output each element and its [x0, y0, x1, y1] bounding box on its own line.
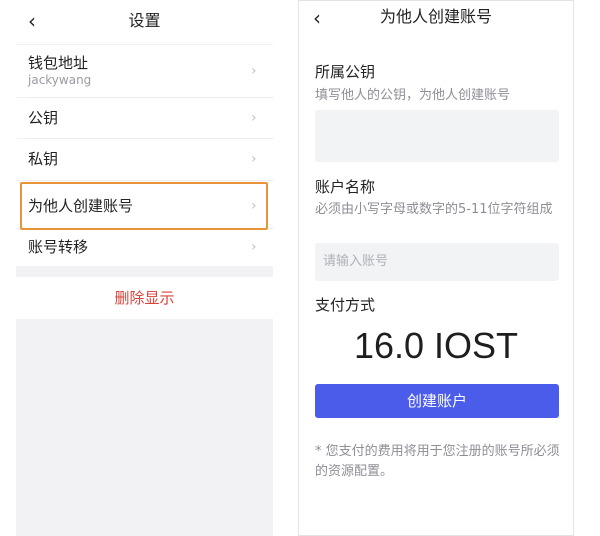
chevron-right-icon: › [251, 198, 257, 214]
settings-nav-bar: ‹ 设置 [16, 0, 273, 44]
chevron-right-icon: › [251, 239, 257, 255]
create-account-nav-bar: ‹ 为他人创建账号 [299, 1, 573, 45]
create-account-title: 为他人创建账号 [379, 7, 492, 26]
create-account-for-others-label: 为他人创建账号 [28, 197, 134, 215]
menu-item-create-account-for-others[interactable]: 为他人创建账号 › [16, 181, 273, 228]
menu-item-public-key[interactable]: 公钥 › [16, 98, 273, 138]
chevron-right-icon: › [251, 110, 257, 126]
settings-screen: ‹ 设置 钱包地址 jackywang › 公钥 › 私钥 › 为他人创建账号 … [16, 0, 273, 536]
wallet-address-value: jackywang [28, 73, 92, 87]
payment-amount: 16.0 IOST [353, 325, 519, 366]
payment-method-title: 支付方式 [315, 296, 376, 314]
public-key-hint: 填写他人的公钥，为他人创建账号 [315, 88, 511, 103]
menu-item-private-key[interactable]: 私钥 › [16, 139, 273, 180]
account-transfer-label: 账号转移 [28, 238, 89, 256]
public-key-section-title: 所属公钥 [315, 63, 376, 81]
private-key-label: 私钥 [28, 150, 59, 168]
account-name-input[interactable]: 请输入账号 [315, 243, 559, 281]
settings-title: 设置 [128, 11, 161, 30]
create-account-button[interactable]: 创建账户 [315, 384, 559, 418]
chevron-right-icon: › [251, 151, 257, 167]
public-key-input[interactable] [315, 110, 559, 162]
fee-note: * 您支付的费用将用于您注册的账号所必须的资源配置。 [315, 444, 560, 479]
menu-item-wallet-address[interactable]: 钱包地址 jackywang › [16, 45, 273, 97]
public-key-label: 公钥 [28, 109, 59, 127]
account-name-section-title: 账户名称 [315, 178, 376, 196]
chevron-right-icon: › [251, 63, 257, 79]
menu-item-account-transfer[interactable]: 账号转移 › [16, 229, 273, 266]
wallet-address-label: 钱包地址 [28, 54, 89, 72]
account-name-hint: 必须由小写字母或数字的5-11位字符组成 [315, 202, 553, 217]
create-account-screen: ‹ 为他人创建账号 所属公钥 填写他人的公钥，为他人创建账号 账户名称 必须由小… [298, 0, 574, 536]
delete-display-button[interactable]: 删除显示 [16, 277, 273, 319]
